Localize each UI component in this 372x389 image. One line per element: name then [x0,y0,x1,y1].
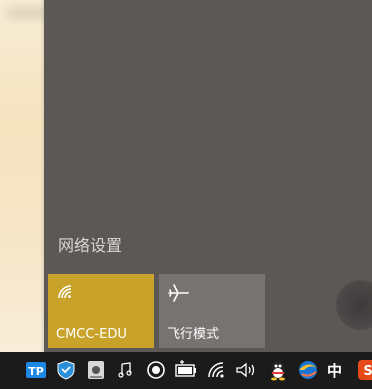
ime-indicator[interactable]: 中 [327,360,342,381]
wifi-icon [56,282,78,304]
svg-text:TP: TP [28,365,44,378]
wifi-tile-label: CMCC-EDU [56,327,127,342]
drive-icon[interactable] [84,358,108,382]
music-note-icon[interactable] [114,358,138,382]
airplane-tile-label: 飞行模式 [167,327,220,342]
screen: 网络设置 CMCC-EDU 飞行模式 TP 中 S [0,0,372,389]
shield-icon[interactable] [54,358,78,382]
battery-icon[interactable] [174,358,198,382]
network-settings-link[interactable]: 网络设置 [58,232,122,256]
record-icon[interactable] [144,358,168,382]
volume-icon[interactable] [234,358,258,382]
desktop-wallpaper [0,0,44,352]
svg-text:S: S [363,364,372,379]
tp-link-icon[interactable]: TP [24,358,48,382]
taskbar: TP 中 S [0,352,372,389]
browser-icon[interactable] [296,358,320,382]
airplane-mode-tile[interactable]: 飞行模式 [159,274,265,348]
wifi-tile[interactable]: CMCC-EDU [48,274,154,348]
airplane-icon [167,282,189,304]
sogou-icon[interactable]: S [356,358,372,382]
qq-penguin-icon[interactable] [266,358,290,382]
wifi-tray-icon[interactable] [205,358,229,382]
